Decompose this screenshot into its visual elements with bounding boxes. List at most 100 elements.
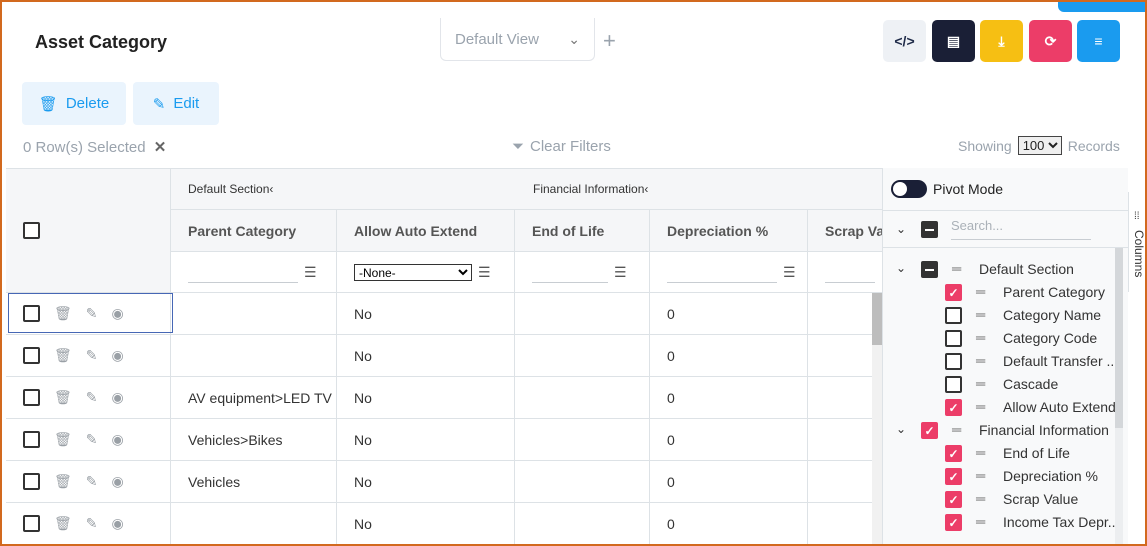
- pencil-icon[interactable]: ✎: [86, 431, 98, 448]
- column-checkbox[interactable]: ✓: [945, 399, 962, 416]
- scrollbar-thumb[interactable]: [1115, 248, 1123, 428]
- edit-button[interactable]: ✎ Edit: [133, 82, 219, 125]
- cell-depreciation[interactable]: 0: [650, 335, 808, 377]
- select-all-columns-checkbox[interactable]: [921, 221, 938, 238]
- filter-menu-icon[interactable]: ☰: [783, 264, 796, 281]
- settings-button[interactable]: ≡: [1077, 20, 1120, 62]
- column-checkbox[interactable]: ✓: [921, 422, 938, 439]
- column-checkbox[interactable]: ✓: [945, 468, 962, 485]
- cell-depreciation[interactable]: 0: [650, 503, 808, 544]
- grid-scrollbar[interactable]: [872, 293, 882, 544]
- cell-allow-auto-extend[interactable]: No: [337, 293, 515, 335]
- pencil-icon[interactable]: ✎: [86, 389, 98, 406]
- filter-menu-icon[interactable]: ☰: [304, 264, 317, 281]
- drag-handle-icon[interactable]: ═: [976, 399, 985, 414]
- group-header-default-section[interactable]: Default Section ‹: [171, 169, 515, 210]
- trash-icon[interactable]: 🗑: [54, 515, 72, 532]
- cell-end-of-life[interactable]: [515, 293, 650, 335]
- drag-handle-icon[interactable]: ═: [976, 284, 985, 299]
- drag-handle-icon[interactable]: ═: [976, 376, 985, 391]
- row-checkbox[interactable]: [23, 431, 40, 448]
- chevron-left-icon[interactable]: ‹: [269, 182, 273, 196]
- row-checkbox[interactable]: [23, 347, 40, 364]
- cell-depreciation[interactable]: 0: [650, 419, 808, 461]
- table-row-actions[interactable]: 🗑 ✎ ◉: [6, 377, 171, 419]
- column-checkbox[interactable]: [921, 261, 938, 278]
- eye-icon[interactable]: ◉: [112, 347, 124, 364]
- filter-input[interactable]: [188, 261, 298, 283]
- cell-end-of-life[interactable]: [515, 335, 650, 377]
- cell-depreciation[interactable]: 0: [650, 293, 808, 335]
- trash-icon[interactable]: 🗑: [54, 473, 72, 490]
- column-header-depreciation[interactable]: Depreciation %: [650, 210, 808, 252]
- drag-handle-icon[interactable]: ═: [976, 353, 985, 368]
- cell-allow-auto-extend[interactable]: No: [337, 335, 515, 377]
- drag-handle-icon[interactable]: ═: [976, 468, 985, 483]
- trash-icon[interactable]: 🗑: [54, 347, 72, 364]
- cell-parent-category[interactable]: [171, 335, 337, 377]
- expand-all-icon[interactable]: ⌄: [896, 222, 906, 236]
- pencil-icon[interactable]: ✎: [86, 515, 98, 532]
- table-row-actions[interactable]: 🗑 ✎ ◉: [6, 461, 171, 503]
- cell-end-of-life[interactable]: [515, 377, 650, 419]
- pencil-icon[interactable]: ✎: [86, 347, 98, 364]
- cell-allow-auto-extend[interactable]: No: [337, 377, 515, 419]
- page-size-select[interactable]: 100: [1017, 136, 1062, 155]
- eye-icon[interactable]: ◉: [112, 389, 124, 406]
- clear-selection-icon[interactable]: ✕: [154, 139, 167, 156]
- column-checkbox[interactable]: [945, 330, 962, 347]
- drag-handle-icon[interactable]: ═: [976, 445, 985, 460]
- group-header-financial-information[interactable]: Financial Information ‹: [515, 169, 883, 210]
- cell-allow-auto-extend[interactable]: No: [337, 419, 515, 461]
- download-button[interactable]: ⤓: [980, 20, 1023, 62]
- cell-parent-category[interactable]: [171, 293, 337, 335]
- drag-handle-icon[interactable]: ═: [952, 422, 961, 437]
- pencil-icon[interactable]: ✎: [86, 473, 98, 490]
- cell-depreciation[interactable]: 0: [650, 377, 808, 419]
- column-checkbox[interactable]: ✓: [945, 491, 962, 508]
- delete-button[interactable]: 🗑 Delete: [22, 82, 126, 125]
- column-checkbox[interactable]: [945, 353, 962, 370]
- drag-handle-icon[interactable]: ═: [976, 307, 985, 322]
- row-checkbox[interactable]: [23, 515, 40, 532]
- table-row-actions[interactable]: 🗑 ✎ ◉: [6, 335, 171, 377]
- drag-handle-icon[interactable]: ═: [952, 261, 961, 276]
- column-header-allow-auto-extend[interactable]: Allow Auto Extend: [337, 210, 515, 252]
- column-checkbox[interactable]: [945, 376, 962, 393]
- eye-icon[interactable]: ◉: [112, 473, 124, 490]
- table-row-actions[interactable]: 🗑 ✎ ◉: [6, 503, 171, 544]
- filter-input[interactable]: [825, 261, 875, 283]
- cell-end-of-life[interactable]: [515, 503, 650, 544]
- scrollbar-thumb[interactable]: [872, 293, 882, 345]
- cell-allow-auto-extend[interactable]: No: [337, 503, 515, 544]
- column-header-end-of-life[interactable]: End of Life: [515, 210, 650, 252]
- allow-auto-extend-filter-select[interactable]: -None-: [354, 263, 472, 281]
- code-button[interactable]: </>: [883, 20, 926, 62]
- trash-icon[interactable]: 🗑: [54, 389, 72, 406]
- filter-input[interactable]: [667, 261, 777, 283]
- clear-filters-button[interactable]: ⏷ Clear Filters: [512, 138, 611, 155]
- select-all-checkbox[interactable]: [23, 222, 40, 239]
- column-header-parent-category[interactable]: Parent Category: [171, 210, 337, 252]
- row-checkbox[interactable]: [23, 389, 40, 406]
- refresh-button[interactable]: ⟳: [1029, 20, 1072, 62]
- pivot-mode-toggle[interactable]: [891, 180, 927, 198]
- eye-icon[interactable]: ◉: [112, 431, 124, 448]
- drag-handle-icon[interactable]: ═: [976, 330, 985, 345]
- filter-input[interactable]: [532, 261, 608, 283]
- drag-handle-icon[interactable]: ═: [976, 514, 985, 529]
- cell-parent-category[interactable]: [171, 503, 337, 544]
- column-checkbox[interactable]: ✓: [945, 445, 962, 462]
- group-expand-icon[interactable]: ⌄: [896, 261, 906, 275]
- column-checkbox[interactable]: ✓: [945, 284, 962, 301]
- filter-menu-icon[interactable]: ☰: [614, 264, 627, 281]
- filter-menu-icon[interactable]: ☰: [478, 264, 491, 281]
- cell-parent-category[interactable]: AV equipment>LED TV: [171, 377, 337, 419]
- panel-scrollbar[interactable]: [1115, 248, 1123, 544]
- chevron-left-icon[interactable]: ‹: [644, 182, 648, 196]
- row-checkbox[interactable]: [23, 473, 40, 490]
- column-checkbox[interactable]: ✓: [945, 514, 962, 531]
- column-search-input[interactable]: Search...: [951, 218, 1091, 240]
- cell-parent-category[interactable]: Vehicles>Bikes: [171, 419, 337, 461]
- pdf-export-button[interactable]: ▤: [932, 20, 975, 62]
